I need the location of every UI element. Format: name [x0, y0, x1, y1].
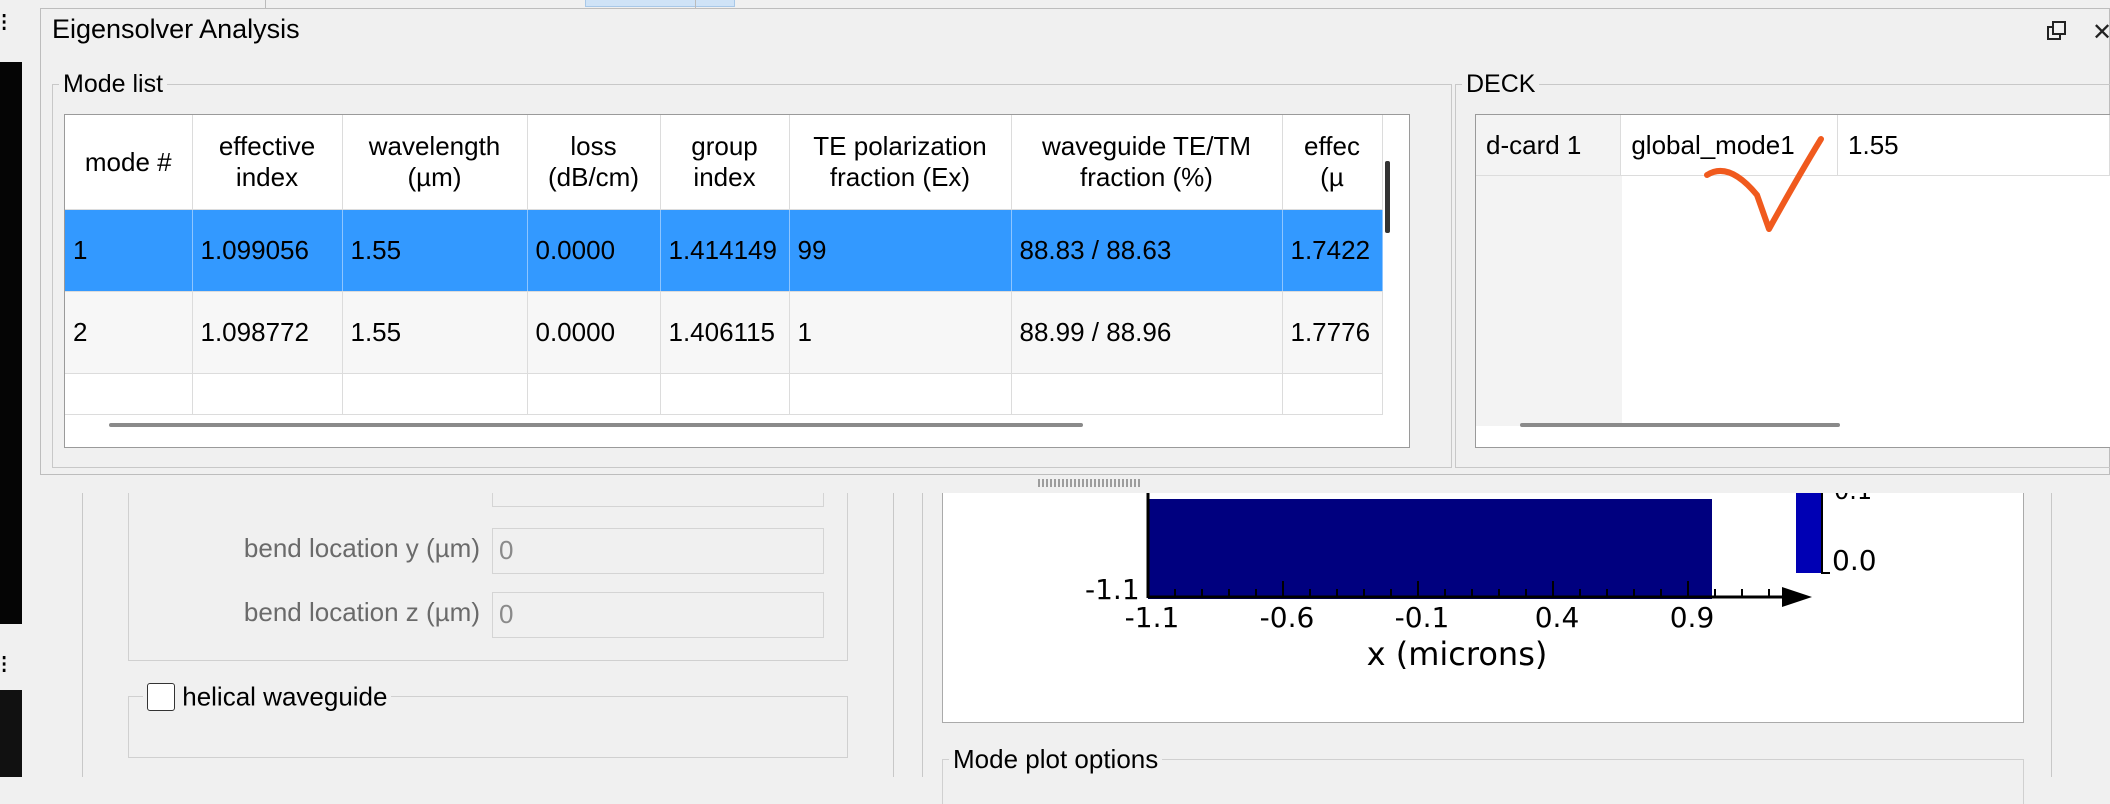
- table-cell[interactable]: 1.7776: [1282, 291, 1383, 374]
- x-tick-label: -0.1: [1395, 601, 1450, 634]
- table-cell[interactable]: 1.55: [342, 209, 528, 292]
- table-cell-empty: [660, 373, 790, 415]
- table-cell[interactable]: 0.0000: [527, 291, 661, 374]
- mode-plot-options-label: Mode plot options: [953, 744, 1159, 774]
- deck-table-frame[interactable]: d-card 1 global_mode1 1.55: [1475, 114, 2110, 448]
- column-header-1[interactable]: effective index: [192, 115, 343, 210]
- vertical-scrollbar[interactable]: [1385, 161, 1390, 233]
- table-cell-empty: [1282, 373, 1383, 415]
- table-row[interactable]: 2 1.098772 1.55 0.0000 1.406115 1 88.99 / 88.9…: [65, 291, 1383, 374]
- deck-cell[interactable]: 1.55: [1837, 115, 2110, 176]
- table-row-empty: [65, 373, 1383, 415]
- mode-field-fill: [1148, 499, 1712, 599]
- table-cell[interactable]: 1: [65, 209, 193, 292]
- deck-row-header-area: [1476, 176, 1622, 426]
- table-cell[interactable]: 1.55: [342, 291, 528, 374]
- table-cell-empty: [192, 373, 343, 415]
- mode-list-label: Mode list: [63, 70, 164, 98]
- colorbar-tick-label-partial: 0.1: [1834, 493, 1872, 505]
- partial-input: [492, 493, 824, 507]
- column-header-3[interactable]: loss (dB/cm): [527, 115, 661, 210]
- mode-list-table[interactable]: mode # effective index wavelength (µm) loss…: [64, 114, 1410, 448]
- table-cell[interactable]: 99: [789, 209, 1012, 292]
- check-annotation-icon: [1704, 136, 1824, 232]
- table-cell-empty: [342, 373, 528, 415]
- helical-checkbox[interactable]: [147, 683, 175, 712]
- column-header-0[interactable]: mode #: [65, 115, 193, 210]
- table-cell[interactable]: 88.83 / 88.63: [1011, 209, 1283, 292]
- colorbar-tick-label: 0.0: [1832, 544, 1877, 577]
- x-axis-arrow-icon: [1782, 587, 1812, 607]
- collapse-icon[interactable]: ⁝: [0, 8, 20, 36]
- table-cell-empty: [1011, 373, 1283, 415]
- x-tick-label: -1.1: [1125, 601, 1180, 634]
- table-cell-empty: [527, 373, 661, 415]
- bend-y-label: bend location y (µm): [243, 533, 480, 563]
- helical-group: helical waveguide: [128, 680, 848, 758]
- side-panel-dark-2: [0, 690, 22, 777]
- deck-row-header[interactable]: d-card 1: [1476, 115, 1622, 176]
- column-header-6[interactable]: waveguide TE/TM fraction (%): [1011, 115, 1283, 210]
- table-cell-empty: [789, 373, 1012, 415]
- deck-horizontal-scrollbar[interactable]: [1520, 423, 1840, 427]
- x-tick-label: -0.6: [1260, 601, 1315, 634]
- table-cell[interactable]: 1: [789, 291, 1012, 374]
- column-header-2[interactable]: wavelength (µm): [342, 115, 528, 210]
- mode-plot-options-group: Mode plot options: [942, 744, 2024, 804]
- x-axis-label: x (microns): [1367, 635, 1548, 673]
- splitter-handle[interactable]: [1038, 479, 1142, 487]
- table-cell[interactable]: 1.099056: [192, 209, 343, 292]
- left-dock-strip: ⁝ ⁝: [0, 0, 40, 777]
- bend-z-input[interactable]: 0: [492, 592, 824, 638]
- top-tab[interactable]: [585, 0, 735, 7]
- restore-window-icon[interactable]: [2046, 20, 2068, 49]
- close-icon[interactable]: ✕: [2092, 18, 2110, 47]
- deck-label: DECK: [1466, 70, 1536, 98]
- table-cell[interactable]: 1.7422: [1282, 209, 1383, 292]
- collapse-icon-2[interactable]: ⁝: [0, 650, 20, 678]
- column-header-7[interactable]: effec (µ: [1282, 115, 1383, 210]
- colorbar-fill: [1796, 493, 1822, 573]
- table-cell[interactable]: 0.0000: [527, 209, 661, 292]
- mode-plot: 0.0 0.1 -1.1 -1.1-0.6-0.10.40.9 x (micro…: [1085, 493, 1877, 673]
- column-header-5[interactable]: TE polarization fraction (Ex): [789, 115, 1012, 210]
- table-cell[interactable]: 1.414149: [660, 209, 790, 292]
- table-cell[interactable]: 2: [65, 291, 193, 374]
- bend-z-label: bend location z (µm): [243, 597, 480, 627]
- column-header-4[interactable]: group index: [660, 115, 790, 210]
- table-row[interactable]: 1 1.099056 1.55 0.0000 1.414149 99 88.83 / 88.…: [65, 209, 1383, 292]
- table-cell[interactable]: 88.99 / 88.96: [1011, 291, 1283, 374]
- mode-table: mode # effective index wavelength (µm) loss…: [65, 115, 1383, 415]
- bend-y-input[interactable]: 0: [492, 528, 824, 574]
- table-cell[interactable]: 1.406115: [660, 291, 790, 374]
- x-tick-label: 0.4: [1535, 601, 1580, 634]
- helical-label: helical waveguide: [182, 681, 388, 712]
- horizontal-scrollbar[interactable]: [109, 423, 1083, 427]
- x-tick-label: 0.9: [1670, 601, 1715, 634]
- table-cell-empty: [65, 373, 193, 415]
- side-panel-dark: [0, 62, 22, 624]
- table-cell[interactable]: 1.098772: [192, 291, 343, 374]
- dock-title: Eigensolver Analysis: [52, 14, 300, 44]
